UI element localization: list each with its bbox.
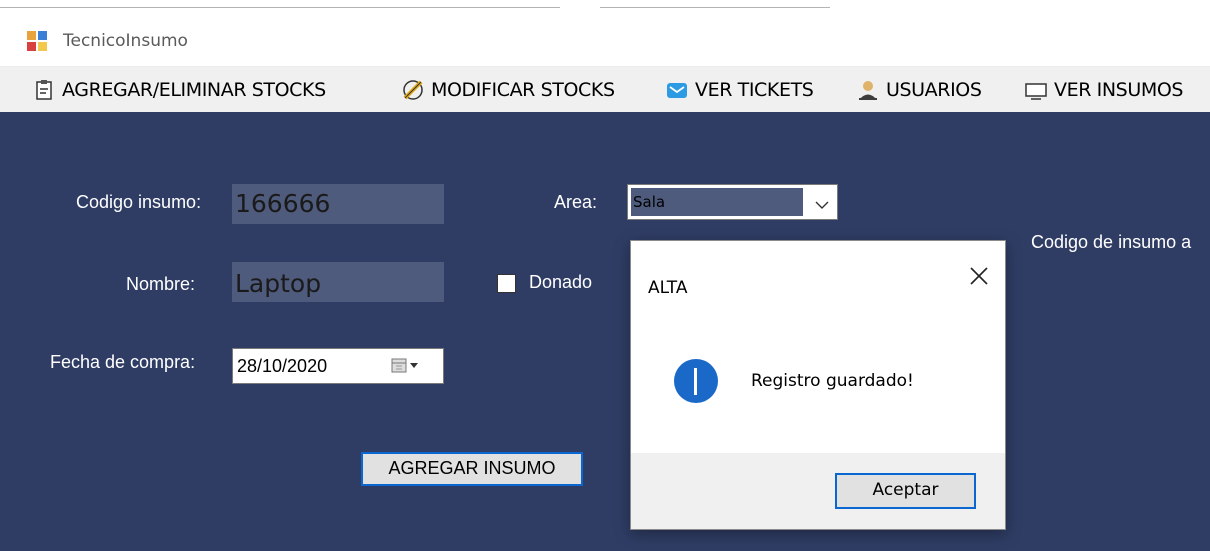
form-panel: Codigo insumo: 166666 Nombre: Laptop Fec… (0, 112, 1210, 551)
window-top-edge (0, 0, 1210, 10)
monitor-icon (1025, 79, 1047, 101)
aceptar-button[interactable]: Aceptar (835, 473, 976, 509)
pencil-icon (402, 79, 424, 101)
title-bar: TecnicoInsumo (0, 22, 1210, 60)
menu-item-agregar-eliminar-stocks[interactable]: AGREGAR/ELIMINAR STOCKS (33, 67, 326, 113)
chevron-down-icon[interactable] (815, 197, 829, 215)
menu-bar: AGREGAR/ELIMINAR STOCKS MODIFICAR STOCKS… (0, 66, 1210, 113)
area-selected-value: Sala (631, 188, 803, 216)
nombre-input[interactable]: Laptop (232, 262, 444, 302)
area-select[interactable]: Sala (627, 184, 838, 220)
agregar-insumo-button[interactable]: AGREGAR INSUMO (361, 452, 583, 486)
menu-item-modificar-stocks[interactable]: MODIFICAR STOCKS (402, 67, 615, 113)
codigo-label: Codigo insumo: (76, 192, 202, 212)
area-label: Area: (554, 192, 598, 212)
menu-label: AGREGAR/ELIMINAR STOCKS (62, 79, 326, 101)
menu-item-ver-tickets[interactable]: VER TICKETS (666, 67, 814, 113)
calendar-dropdown-icon[interactable] (391, 357, 423, 380)
top-divider (600, 7, 830, 8)
top-divider (0, 7, 560, 8)
menu-item-usuarios[interactable]: USUARIOS (857, 67, 982, 113)
fecha-value: 28/10/2020 (237, 356, 328, 376)
codigo-insumo-side-label: Codigo de insumo a (1031, 232, 1192, 252)
info-icon (674, 359, 718, 403)
clipboard-icon (33, 79, 55, 101)
donado-label: Donado (529, 272, 593, 292)
alta-message-dialog: ALTA Registro guardado! Aceptar (630, 240, 1006, 530)
menu-label: VER TICKETS (695, 79, 814, 101)
nombre-label: Nombre: (126, 274, 196, 294)
user-icon (857, 79, 879, 101)
codigo-input[interactable]: 166666 (232, 184, 444, 224)
menu-label: VER INSUMOS (1054, 79, 1184, 101)
envelope-icon (666, 79, 688, 101)
fecha-datepicker[interactable]: 28/10/2020 (232, 348, 444, 384)
menu-label: MODIFICAR STOCKS (431, 79, 615, 101)
app-window-icon (27, 31, 47, 51)
close-icon[interactable] (967, 264, 991, 288)
dialog-message: Registro guardado! (751, 371, 914, 391)
fecha-label: Fecha de compra: (50, 352, 196, 372)
dialog-footer: Aceptar (631, 453, 1005, 529)
donado-checkbox[interactable] (497, 274, 516, 293)
menu-item-ver-insumos[interactable]: VER INSUMOS (1025, 67, 1183, 113)
menu-label: USUARIOS (886, 79, 982, 101)
window-title: TecnicoInsumo (63, 31, 188, 51)
dialog-title: ALTA (648, 278, 688, 298)
